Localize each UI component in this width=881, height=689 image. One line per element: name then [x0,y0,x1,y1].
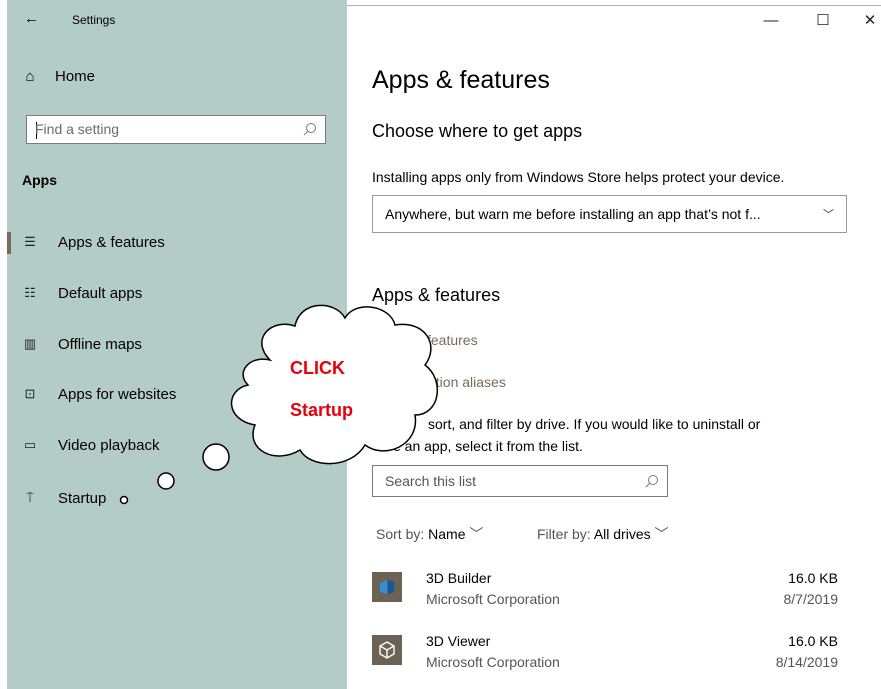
annotation-line-2: Startup [290,400,353,420]
thought-cloud-annotation [119,304,439,505]
annotation-line-1: CLICK [290,358,345,378]
